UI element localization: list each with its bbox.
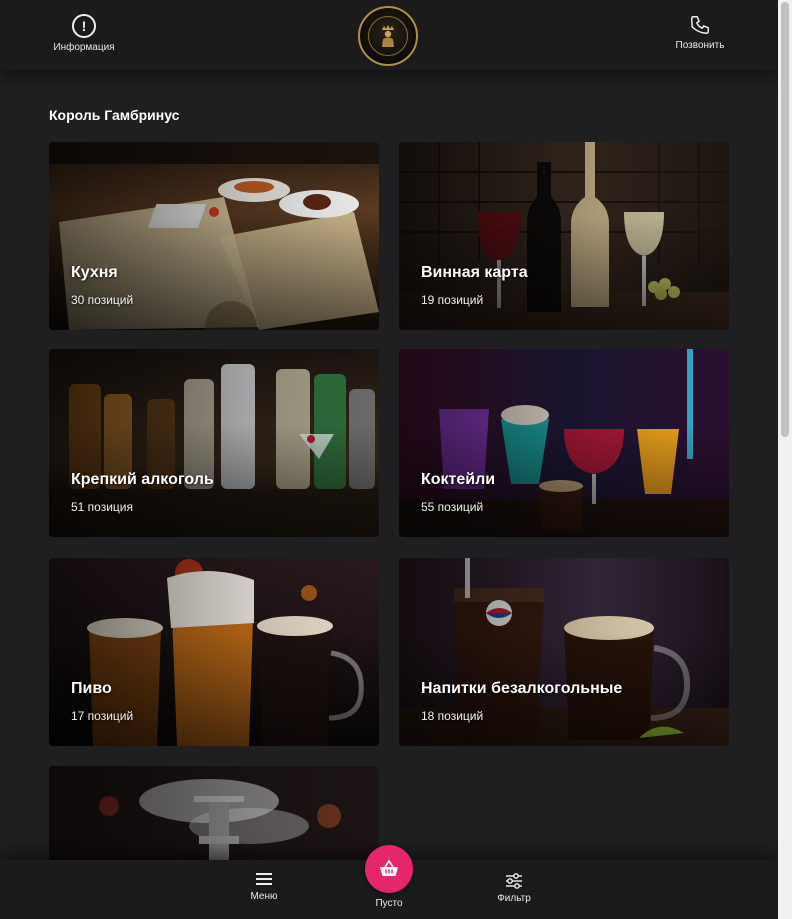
filter-button[interactable]: Фильтр: [488, 872, 540, 904]
category-title: Коктейли: [421, 471, 496, 488]
scrollbar-thumb[interactable]: [781, 2, 789, 437]
info-icon: !: [72, 14, 96, 38]
category-card-wine[interactable]: Винная карта 19 позиций: [399, 142, 729, 330]
category-count: 30 позиций: [71, 293, 134, 307]
bottom-navigation: Меню Пусто Фильтр: [0, 845, 778, 919]
cart-label: Пусто: [375, 898, 403, 909]
info-button[interactable]: ! Информация: [48, 14, 120, 53]
cart-button[interactable]: Пусто: [364, 845, 414, 909]
sliders-icon: [506, 873, 522, 889]
category-count: 51 позиция: [71, 500, 133, 514]
king-icon: [382, 25, 394, 47]
main-content: Король Гамбринус Кухня 30 позиций Винная…: [0, 70, 778, 919]
category-card-soft-drinks[interactable]: Напитки безалкогольные 18 позиций: [399, 558, 729, 746]
app-root: ! Информация Позвонить Король Гамбринус: [0, 0, 778, 919]
club-logo[interactable]: [358, 6, 418, 66]
info-label: Информация: [53, 42, 115, 53]
filter-label: Фильтр: [497, 893, 531, 904]
category-card-kitchen[interactable]: Кухня 30 позиций: [49, 142, 379, 330]
category-card-beer[interactable]: Пиво 17 позиций: [49, 558, 379, 746]
category-title: Крепкий алкоголь: [71, 471, 214, 488]
hamburger-icon: [256, 873, 272, 885]
basket-icon: [380, 859, 398, 876]
category-card-cocktails[interactable]: Коктейли 55 позиций: [399, 349, 729, 537]
call-label: Позвонить: [675, 40, 725, 51]
logo-emblem: [368, 16, 408, 56]
category-title: Кухня: [71, 264, 118, 281]
category-card-strong-alcohol[interactable]: Крепкий алкоголь 51 позиция: [49, 349, 379, 537]
category-title: Напитки безалкогольные: [421, 680, 623, 697]
category-title: Винная карта: [421, 264, 528, 281]
page-title: Король Гамбринус: [49, 107, 180, 123]
call-button[interactable]: Позвонить: [664, 14, 736, 51]
menu-button[interactable]: Меню: [240, 870, 288, 902]
top-header: ! Информация Позвонить: [0, 0, 778, 70]
vertical-scrollbar[interactable]: [778, 0, 792, 919]
category-count: 19 позиций: [421, 293, 484, 307]
cart-circle: [365, 845, 413, 893]
menu-label: Меню: [250, 891, 278, 902]
category-title: Пиво: [71, 680, 112, 697]
category-count: 17 позиций: [71, 709, 134, 723]
category-count: 55 позиций: [421, 500, 484, 514]
category-count: 18 позиций: [421, 709, 484, 723]
phone-icon: [691, 16, 709, 34]
